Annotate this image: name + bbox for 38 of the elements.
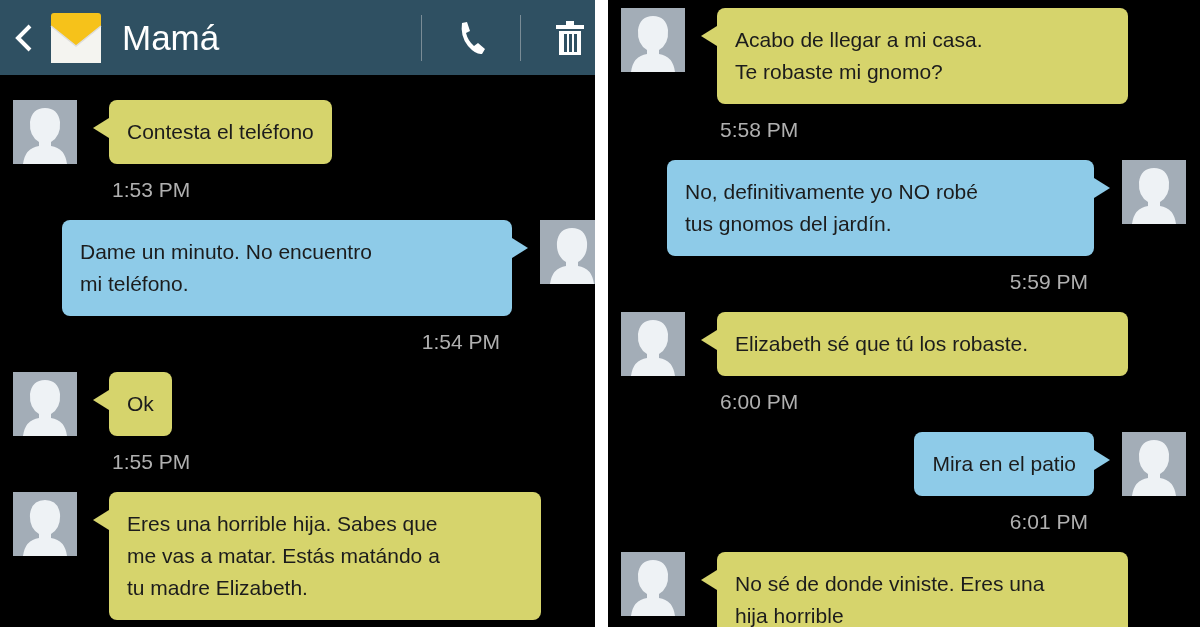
avatar-icon [13, 100, 77, 164]
message-bubble: Elizabeth sé que tú los robaste. [717, 312, 1128, 376]
message-time: 5:58 PM [720, 118, 799, 142]
bubble-tail [93, 390, 109, 410]
bubble-tail [1094, 450, 1110, 470]
back-icon[interactable] [14, 22, 34, 53]
bubble-tail [1094, 178, 1110, 198]
message-bubble: Eres una horrible hija. Sabes que me vas a matar. Estás matándo a tu madre Elizabeth. [109, 492, 541, 620]
bubble-tail [701, 330, 717, 350]
message-time: 5:59 PM [1009, 270, 1088, 294]
bubble-tail [701, 26, 717, 46]
bubble-tail [701, 570, 717, 590]
avatar-icon [621, 552, 685, 616]
avatar-icon [621, 312, 685, 376]
message-bubble: No sé de donde viniste. Eres una hija horrible [717, 552, 1128, 627]
bubble-tail [512, 238, 528, 258]
message-time: 6:01 PM [1009, 510, 1088, 534]
bubble-tail [93, 510, 109, 530]
message-bubble: Dame un minuto. No encuentro mi teléfono. [62, 220, 512, 316]
avatar-icon [621, 8, 685, 72]
message-bubble: Mira en el patio [914, 432, 1094, 496]
message-bubble: Ok [109, 372, 172, 436]
avatar-icon [1122, 432, 1186, 496]
contact-name: Mamá [122, 17, 221, 58]
message-time: 1:55 PM [112, 450, 191, 474]
avatar-icon [1122, 160, 1186, 224]
envelope-icon [50, 11, 102, 64]
avatar-icon [13, 492, 77, 556]
avatar-icon [540, 220, 595, 284]
bubble-tail [93, 118, 109, 138]
message-bubble: Acabo de llegar a mi casa. Te robaste mi gnomo? [717, 8, 1128, 104]
message-time: 1:53 PM [112, 178, 191, 202]
message-bubble: No, definitivamente yo NO robé tus gnomos del jardín. [667, 160, 1094, 256]
message-time: 6:00 PM [720, 390, 799, 414]
trash-icon[interactable] [555, 20, 585, 55]
message-bubble: Contesta el teléfono [109, 100, 332, 164]
message-time: 1:54 PM [421, 330, 500, 354]
avatar-icon [13, 372, 77, 436]
